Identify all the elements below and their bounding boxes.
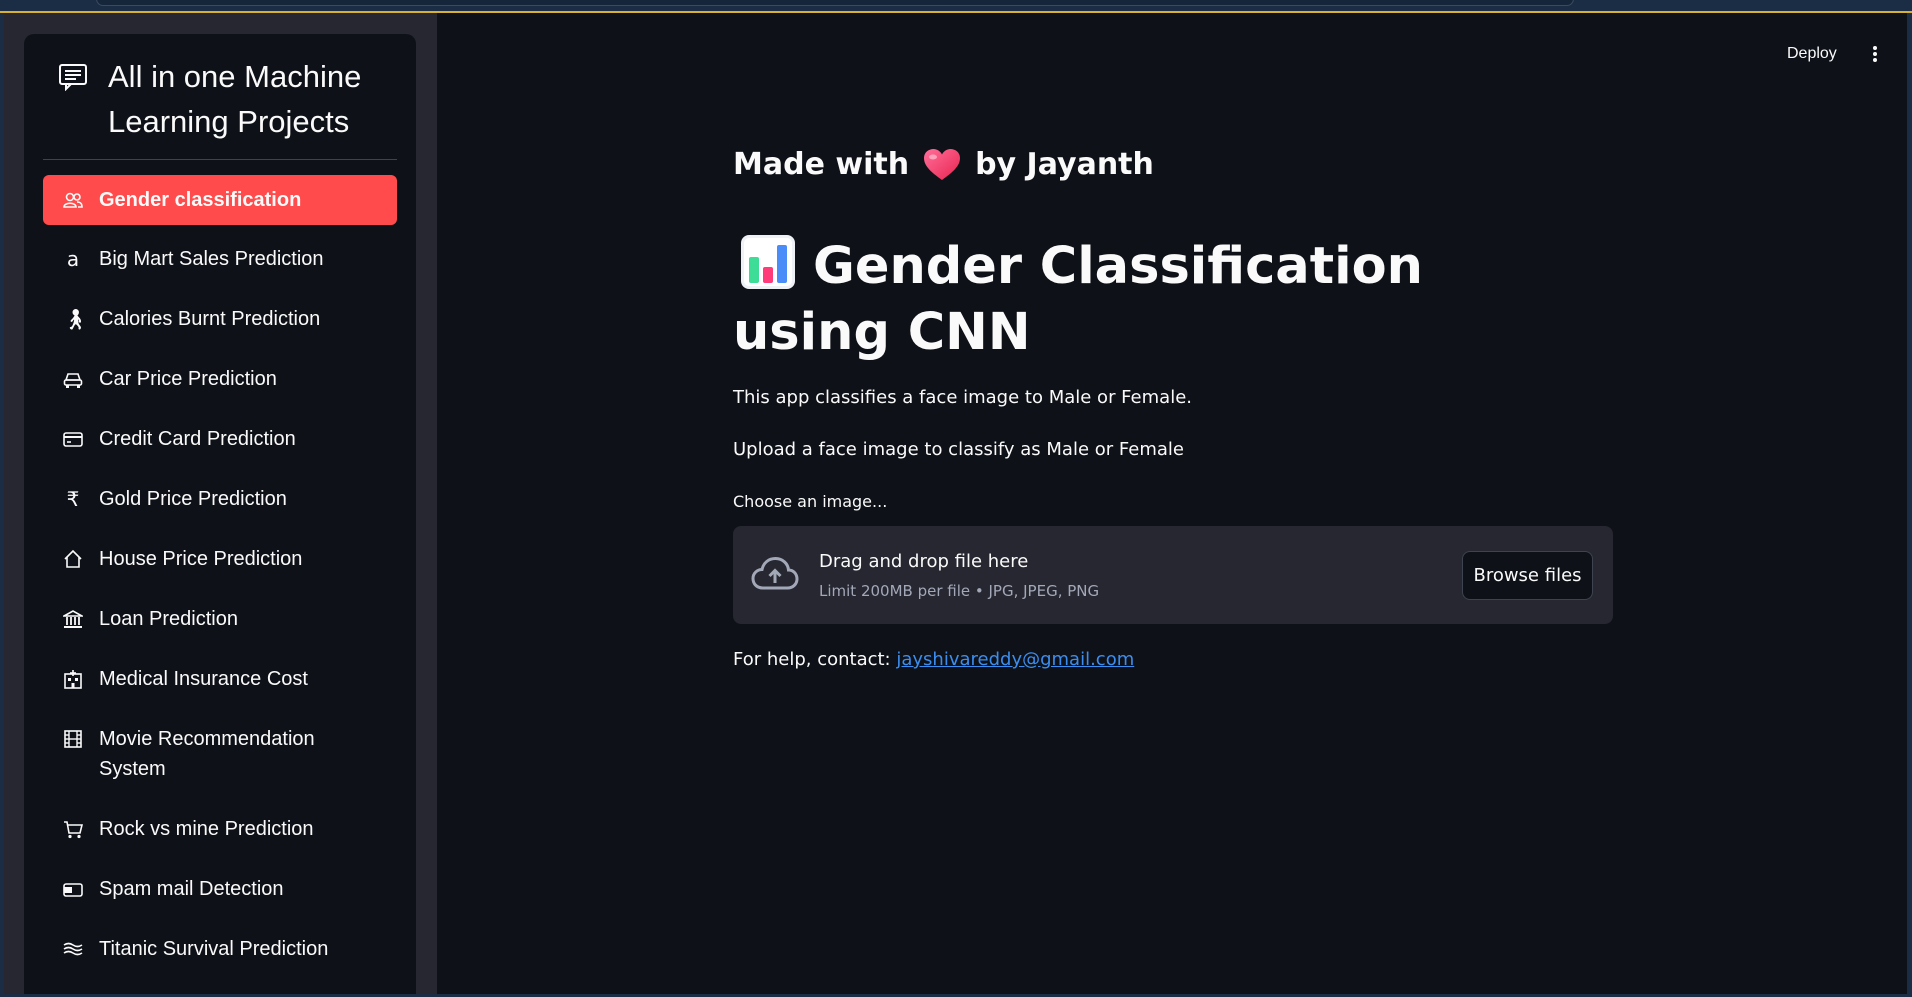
file-uploader-label: Choose an image... [733, 492, 888, 511]
sidebar-item-label: Rock vs mine Prediction [99, 818, 314, 840]
made-with-heading: Made with by Jayanth [733, 143, 1613, 187]
sidebar-item-big-mart-sales[interactable]: a Big Mart Sales Prediction [43, 229, 397, 289]
upload-instruction: Upload a face image to classify as Male … [733, 439, 1184, 460]
made-with-prefix: Made with [733, 147, 910, 182]
dropzone-limit: Limit 200MB per file • JPG, JPEG, PNG [819, 582, 1100, 600]
sidebar-item-rock-vs-mine[interactable]: Rock vs mine Prediction [43, 799, 397, 859]
sidebar-item-label: Movie Recommendation System [99, 728, 315, 780]
app-body: Made with by Jayanth Gender Classificati… [733, 143, 1613, 674]
bar-chart-icon [741, 235, 795, 289]
sidebar-item-label: Gender classification [99, 189, 302, 211]
sidebar-item-movie-recommendation[interactable]: Movie Recommendation System [43, 709, 397, 799]
page-title: Gender Classification using CNN [733, 233, 1533, 366]
sidebar-item-spam-mail[interactable]: Spam mail Detection [43, 859, 397, 919]
sidebar-item-label: House Price Prediction [99, 548, 303, 570]
sidebar-item-label: Medical Insurance Cost [99, 668, 308, 690]
chat-text-icon [59, 64, 87, 91]
cart-icon [64, 821, 83, 839]
wallet-icon [63, 883, 83, 897]
water-icon [63, 942, 83, 956]
sidebar-item-gold-price[interactable]: ₹ Gold Price Prediction [43, 469, 397, 529]
sidebar-item-label: Loan Prediction [99, 608, 238, 630]
window-frame-right [1907, 13, 1912, 997]
sidebar: All in one Machine Learning Projects Gen… [4, 13, 437, 994]
sidebar-item-medical-insurance[interactable]: Medical Insurance Cost [43, 649, 397, 709]
bank-icon [63, 610, 83, 628]
cloud-upload-icon [751, 556, 799, 590]
people-icon [63, 192, 83, 208]
made-with-suffix: by Jayanth [975, 147, 1154, 182]
main-menu-icon[interactable] [1862, 39, 1888, 69]
help-prefix: For help, contact: [733, 649, 891, 670]
sidebar-item-house-price[interactable]: House Price Prediction [43, 529, 397, 589]
sidebar-item-label: Car Price Prediction [99, 368, 277, 390]
heart-icon [924, 149, 961, 180]
house-icon [64, 549, 82, 568]
sidebar-item-label: Calories Burnt Prediction [99, 308, 321, 330]
help-text: For help, contact: jayshivareddy@gmail.c… [733, 646, 1613, 674]
menu-header: All in one Machine Learning Projects [43, 54, 397, 160]
sidebar-item-label: Gold Price Prediction [99, 488, 287, 510]
main-content: Deploy Made with by Jayanth Gender Class… [437, 13, 1907, 994]
sidebar-item-label: Big Mart Sales Prediction [99, 248, 324, 270]
dropzone-title: Drag and drop file here [819, 551, 1029, 572]
amazon-icon: a [66, 247, 80, 271]
rupee-icon: ₹ [66, 487, 80, 511]
person-walking-icon: 🚶︎ [63, 307, 89, 331]
file-dropzone[interactable]: Drag and drop file here Limit 200MB per … [733, 526, 1613, 624]
deploy-button[interactable]: Deploy [1777, 39, 1847, 69]
sidebar-item-calories-burnt[interactable]: 🚶︎ Calories Burnt Prediction [43, 289, 397, 349]
sidebar-item-label: Credit Card Prediction [99, 428, 296, 450]
help-email-link[interactable]: jayshivareddy@gmail.com [896, 649, 1134, 670]
credit-card-icon [63, 432, 83, 447]
hospital-icon [64, 670, 82, 689]
browse-files-button[interactable]: Browse files [1462, 551, 1593, 600]
sidebar-item-car-price[interactable]: Car Price Prediction [43, 349, 397, 409]
sidebar-item-gender-classification[interactable]: Gender classification [43, 175, 397, 225]
option-menu: All in one Machine Learning Projects Gen… [24, 34, 416, 994]
car-icon [63, 373, 83, 388]
menu-title: All in one Machine Learning Projects [108, 59, 362, 139]
sidebar-item-label: Titanic Survival Prediction [99, 938, 329, 960]
browser-address-bar[interactable] [96, 0, 1574, 6]
app-description: This app classifies a face image to Male… [733, 387, 1192, 408]
sidebar-item-loan[interactable]: Loan Prediction [43, 589, 397, 649]
browser-chrome [0, 0, 1912, 13]
sidebar-item-titanic-survival[interactable]: Titanic Survival Prediction [43, 919, 397, 979]
page-title-text: Gender Classification using CNN [733, 237, 1423, 362]
sidebar-item-credit-card[interactable]: Credit Card Prediction [43, 409, 397, 469]
sidebar-item-label: Spam mail Detection [99, 878, 284, 900]
